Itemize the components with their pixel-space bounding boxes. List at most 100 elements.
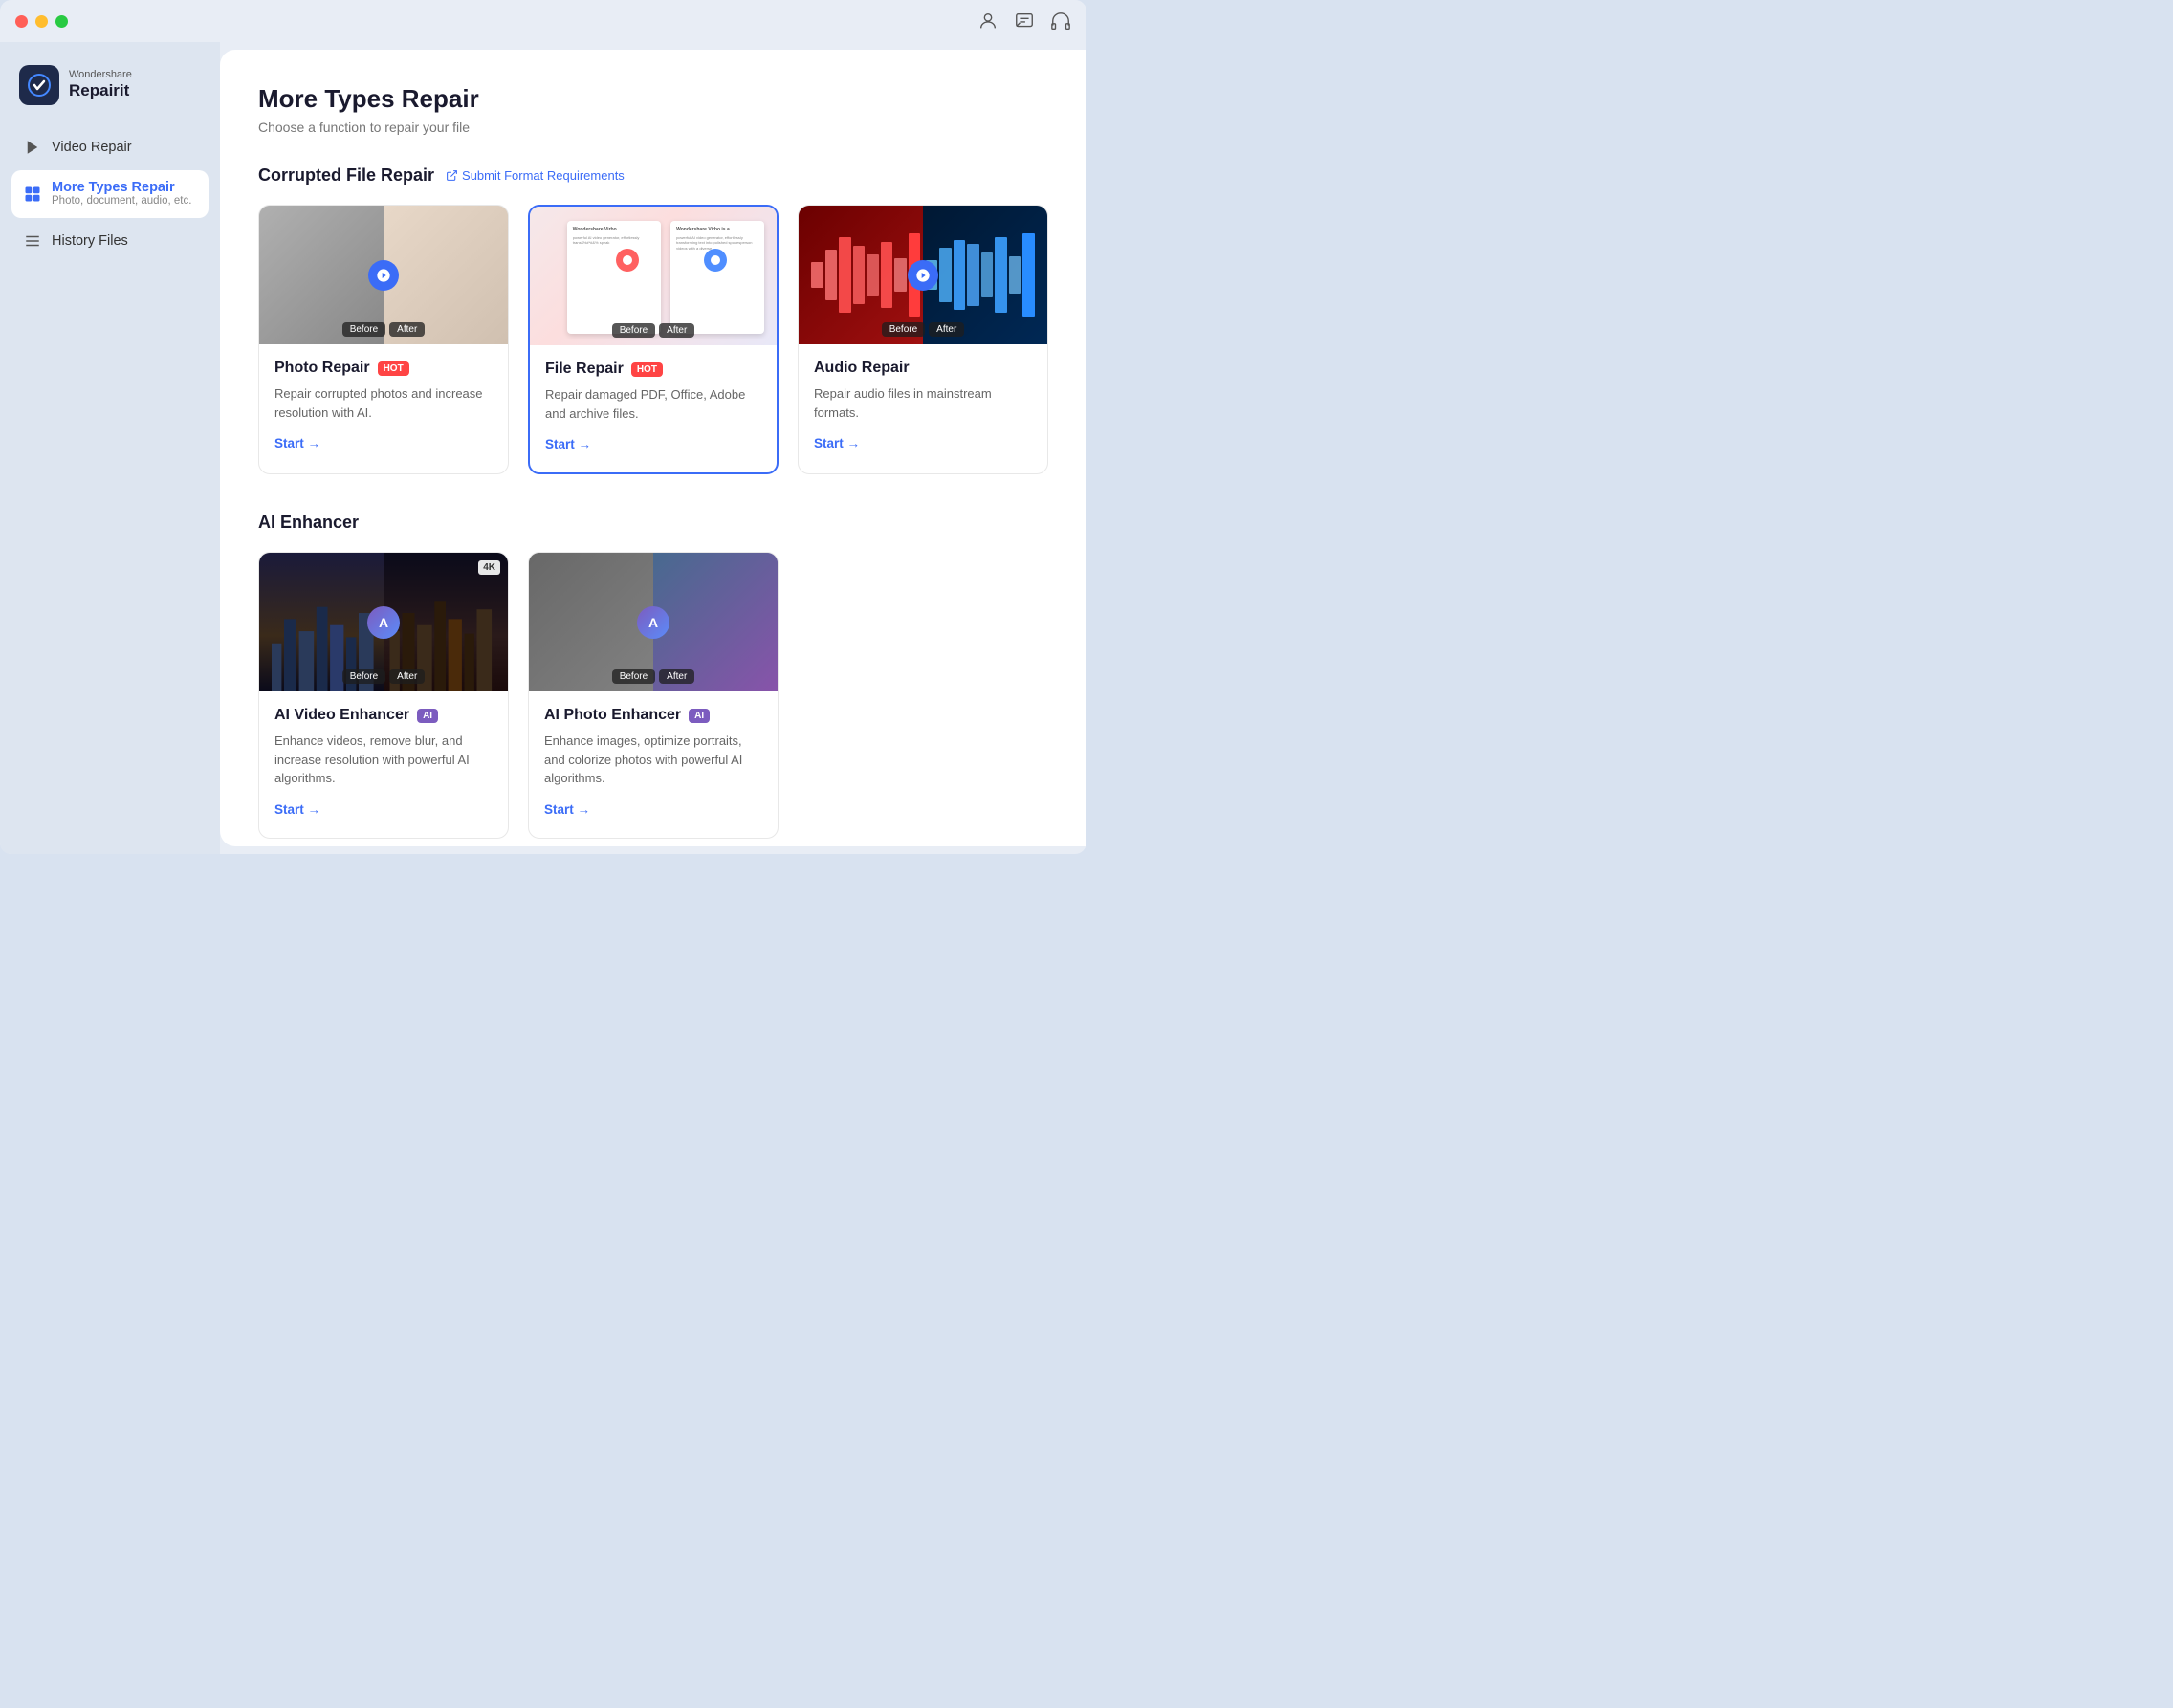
file-repair-icon2 [704,249,727,272]
corrupted-section-title: Corrupted File Repair [258,165,434,186]
ai-video-enhancer-card[interactable]: 4K A Before After AI Video Enhancer AI [258,552,509,839]
ai-photo-enhancer-card[interactable]: A Before After AI Photo Enhancer AI Enha… [528,552,779,839]
headphone-icon[interactable] [1050,11,1071,32]
ai-enhancer-section-title: AI Enhancer [258,513,359,533]
app-window: Wondershare Repairit Video Repair [0,0,1086,854]
brand-name: Wondershare [69,69,132,81]
ai-video-center-icon: A [367,606,400,639]
file-repair-title-row: File Repair HOT [545,361,761,378]
logo-icon [19,65,59,105]
ai-photo-before-label: Before [612,669,655,684]
audio-repair-start[interactable]: Start → [814,436,860,450]
grid-icon [23,185,42,204]
ai-video-badge: AI [417,709,438,723]
audio-after-label: After [929,322,964,337]
waveform-right [926,233,1035,317]
ai-photo-ba-labels: Before After [529,669,778,684]
user-icon[interactable] [977,11,999,32]
ai-photo-title: AI Photo Enhancer [544,707,681,724]
corrupted-section-header: Corrupted File Repair Submit Format Requ… [258,165,1048,186]
sidebar-item-history-files[interactable]: History Files [11,222,209,260]
photo-repair-badge: HOT [378,361,409,376]
titlebar [0,0,1086,42]
main-content: More Types Repair Choose a function to r… [220,50,1086,846]
traffic-lights [15,15,68,28]
audio-repair-desc: Repair audio files in mainstream formats… [814,384,1032,422]
photo-repair-image: Before After [259,206,508,344]
ai-photo-body: AI Photo Enhancer AI Enhance images, opt… [529,691,778,838]
ai-photo-badge: AI [689,709,710,723]
ai-video-desc: Enhance videos, remove blur, and increas… [274,732,493,788]
maximize-button[interactable] [55,15,68,28]
sidebar-item-more-types-repair[interactable]: More Types Repair Photo, document, audio… [11,170,209,218]
photo-repair-title-row: Photo Repair HOT [274,360,493,377]
file-repair-body: File Repair HOT Repair damaged PDF, Offi… [530,345,777,472]
logo-text: Wondershare Repairit [69,69,132,101]
ai-enhancer-cards-row: 4K A Before After AI Video Enhancer AI [258,552,1048,839]
photo-repair-card[interactable]: Before After Photo Repair HOT Repair cor… [258,205,509,474]
file-repair-badge: HOT [631,362,663,377]
file-doc-right: Wondershare Virbo is a powerful AI video… [670,221,764,335]
video-icon [23,138,42,157]
photo-repair-title: Photo Repair [274,360,370,377]
photo-after-label: After [389,322,425,337]
audio-repair-title: Audio Repair [814,360,910,377]
video-after-label: After [389,669,425,684]
photo-repair-start[interactable]: Start → [274,436,320,450]
photo-repair-desc: Repair corrupted photos and increase res… [274,384,493,422]
sidebar-label-history: History Files [52,233,128,249]
minimize-button[interactable] [35,15,48,28]
ai-photo-start[interactable]: Start → [544,802,590,817]
file-before-label: Before [612,323,655,338]
ai-video-title: AI Video Enhancer [274,707,409,724]
file-after-label: After [659,323,694,338]
audio-before-label: Before [882,322,925,337]
ai-photo-desc: Enhance images, optimize portraits, and … [544,732,762,788]
close-button[interactable] [15,15,28,28]
file-repair-desc: Repair damaged PDF, Office, Adobe and ar… [545,385,761,423]
page-subtitle: Choose a function to repair your file [258,120,1048,135]
photo-ba-labels: Before After [259,322,508,337]
ai-enhancer-section-header: AI Enhancer [258,513,1048,533]
chat-icon[interactable] [1014,11,1035,32]
file-repair-start[interactable]: Start → [545,437,591,451]
sidebar-label-video-repair: Video Repair [52,140,132,155]
nav-item-content-history: History Files [52,233,128,249]
audio-center-icon [908,260,938,291]
page-title: More Types Repair [258,84,1048,114]
ai-video-image: 4K A Before After [259,553,508,691]
audio-repair-body: Audio Repair Repair audio files in mains… [799,344,1047,471]
nav-item-content-more: More Types Repair Photo, document, audio… [52,180,191,208]
badge-4k: 4K [478,560,500,575]
app-body: Wondershare Repairit Video Repair [0,42,1086,854]
audio-repair-card[interactable]: Before After Audio Repair Repair audio f… [798,205,1048,474]
external-link-icon [446,169,458,182]
sidebar: Wondershare Repairit Video Repair [0,42,220,854]
audio-ba-labels: Before After [799,322,1047,337]
ai-video-start[interactable]: Start → [274,802,320,817]
ai-video-title-row: AI Video Enhancer AI [274,707,493,724]
file-repair-title: File Repair [545,361,624,378]
logo-area: Wondershare Repairit [11,57,209,124]
audio-repair-image: Before After [799,206,1047,344]
photo-before-label: Before [342,322,385,337]
waveform-left [811,233,920,317]
photo-repair-body: Photo Repair HOT Repair corrupted photos… [259,344,508,471]
history-icon [23,231,42,251]
video-ba-labels: Before After [259,669,508,684]
sidebar-label-more-types: More Types Repair [52,180,191,195]
sidebar-item-video-repair[interactable]: Video Repair [11,128,209,166]
corrupted-cards-row: Before After Photo Repair HOT Repair cor… [258,205,1048,474]
ai-photo-title-row: AI Photo Enhancer AI [544,707,762,724]
video-before-label: Before [342,669,385,684]
submit-format-link[interactable]: Submit Format Requirements [446,168,625,183]
sidebar-sublabel-more-types: Photo, document, audio, etc. [52,195,191,208]
ai-photo-center-icon: A [637,606,669,639]
ai-video-body: AI Video Enhancer AI Enhance videos, rem… [259,691,508,838]
file-ba-labels: Before After [530,323,777,338]
submit-link-label: Submit Format Requirements [462,168,625,183]
file-repair-card[interactable]: Wondershare Virbo powerful AI video gene… [528,205,779,474]
product-name: Repairit [69,81,132,100]
file-repair-icon1 [616,249,639,272]
file-doc-left: Wondershare Virbo powerful AI video gene… [567,221,661,335]
